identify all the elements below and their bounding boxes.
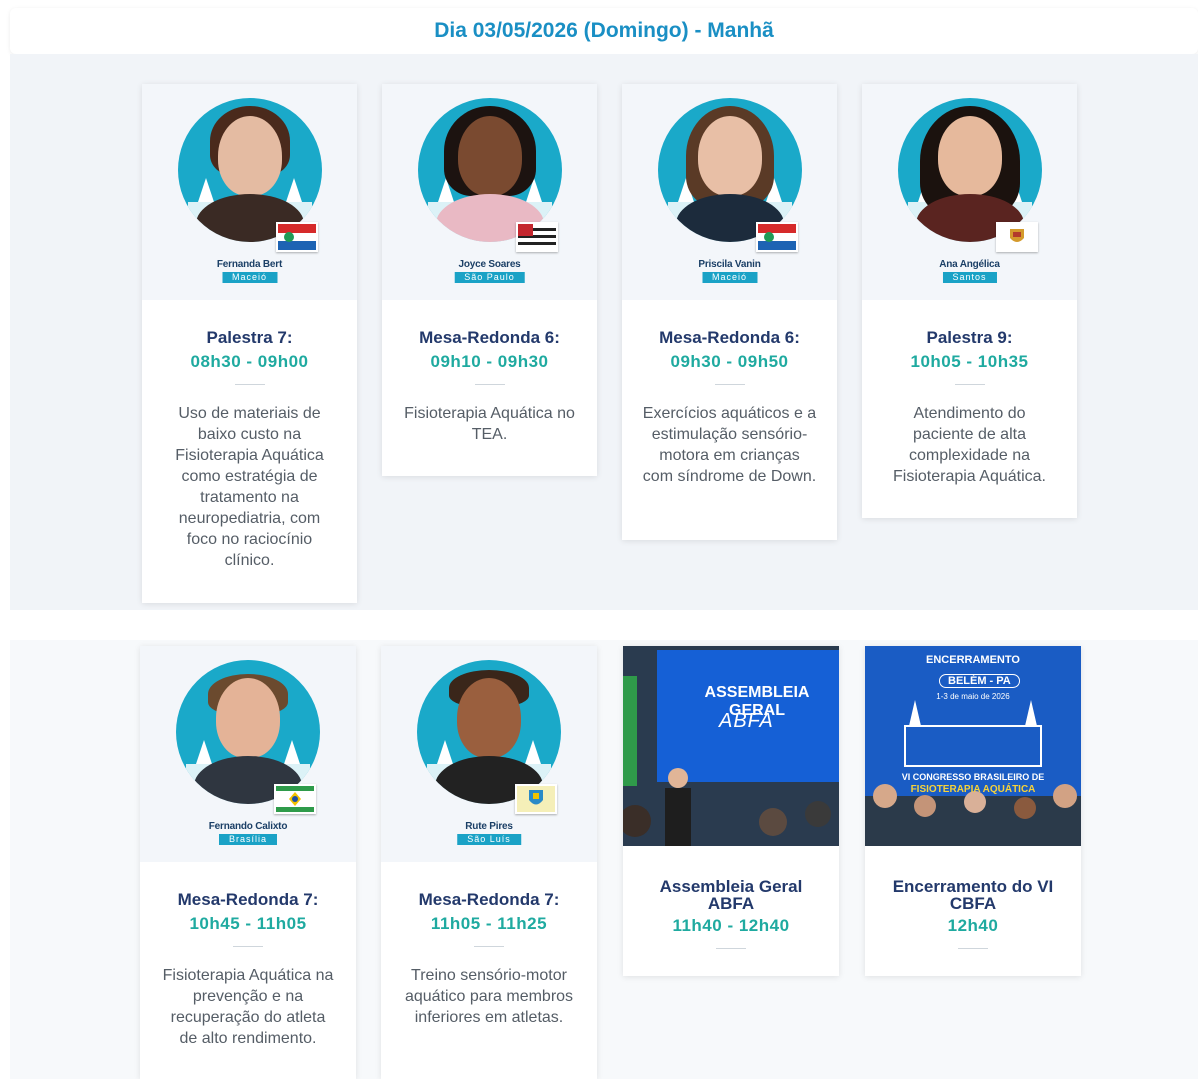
city-crest-icon [515, 784, 557, 814]
event-time: 11h40 - 12h40 [672, 916, 790, 935]
encerramento-line2: FISIOTERAPIA AQUÁTICA [910, 784, 1036, 795]
speaker-photo-area: Rute Pires São Luís [381, 646, 597, 862]
session-card[interactable]: Fernanda Bert Maceió Palestra 7: 08h30 -… [142, 84, 357, 603]
encerramento-top-text: ENCERRAMENTO [926, 654, 1020, 666]
session-title: Mesa-Redonda 6: [419, 328, 560, 347]
encerramento-dates: 1-3 de maio de 2026 [936, 692, 1010, 701]
session-card[interactable]: Rute Pires São Luís Mesa-Redonda 7: 11h0… [381, 646, 597, 1079]
session-title: Mesa-Redonda 6: [659, 328, 800, 347]
divider [714, 384, 745, 385]
encerramento-city: BELÉM - PA [939, 674, 1020, 688]
event-title: Encerramento do VI CBFA [892, 877, 1054, 913]
state-flag-icon [274, 784, 316, 814]
session-title: Palestra 7: [206, 328, 293, 347]
assembleia-photo-illustration [623, 646, 839, 846]
speaker-portrait [897, 98, 1042, 242]
session-time: 08h30 - 09h00 [190, 352, 309, 371]
speaker-photo-area: Ana Angélica Santos [862, 84, 1077, 300]
speaker-photo-area: Fernando Calixto Brasília [140, 646, 356, 862]
encerramento-line1: VI CONGRESSO BRASILEIRO DE [901, 772, 1045, 782]
speaker-name: Joyce Soares [458, 259, 521, 270]
divider [716, 948, 746, 949]
city-crest-icon [995, 222, 1038, 252]
speaker-portrait [176, 660, 320, 804]
speaker-city-badge: São Paulo [454, 272, 525, 283]
abfa-logo: ABFA [719, 710, 774, 732]
session-description: Fisioterapia Aquática na prevenção e na … [162, 967, 334, 1047]
divider [954, 384, 985, 385]
session-description: Exercícios aquáticos e a estimulação sen… [642, 405, 817, 485]
speaker-portrait [417, 98, 562, 242]
session-time: 11h05 - 11h25 [430, 914, 548, 933]
session-title: Palestra 9: [926, 328, 1013, 347]
speaker-photo-area: Joyce Soares São Paulo [382, 84, 597, 300]
session-card[interactable]: Ana Angélica Santos Palestra 9: 10h05 - … [862, 84, 1077, 518]
session-card[interactable]: Joyce Soares São Paulo Mesa-Redonda 6: 0… [382, 84, 597, 476]
event-card-assembleia[interactable]: ASSEMBLEIA GERAL ABFA Assembleia Geral A… [623, 646, 839, 976]
divider [474, 946, 504, 947]
divider [234, 384, 265, 385]
divider [958, 948, 988, 949]
event-time: 12h40 [947, 916, 999, 935]
session-time: 09h30 - 09h50 [670, 352, 789, 371]
divider [233, 946, 263, 947]
assembleia-photo: ASSEMBLEIA GERAL ABFA [623, 646, 839, 846]
session-title: Mesa-Redonda 7: [177, 890, 319, 909]
speaker-city-badge: São Luís [457, 834, 521, 845]
state-flag-icon [755, 222, 798, 252]
session-description: Atendimento do paciente de alta complexi… [893, 405, 1046, 485]
speaker-name: Rute Pires [465, 821, 513, 832]
speaker-name: Priscila Vanin [698, 259, 761, 270]
state-flag-icon [275, 222, 318, 252]
session-title: Mesa-Redonda 7: [418, 890, 560, 909]
session-time: 10h05 - 10h35 [910, 352, 1029, 371]
divider [474, 384, 505, 385]
speaker-city-badge: Brasília [218, 834, 278, 845]
session-description: Treino sensório-motor aquático para memb… [404, 967, 574, 1026]
event-title: Assembleia Geral ABFA [659, 877, 803, 913]
session-description: Fisioterapia Aquática no TEA. [404, 405, 575, 443]
event-card-encerramento[interactable]: ENCERRAMENTO BELÉM - PA 1-3 de maio de 2… [865, 646, 1081, 976]
speaker-portrait [657, 98, 802, 242]
speaker-photo-area: Fernanda Bert Maceió [142, 84, 357, 300]
session-time: 09h10 - 09h30 [430, 352, 549, 371]
speaker-portrait [177, 98, 322, 242]
day-header: Dia 03/05/2026 (Domingo) - Manhã [10, 8, 1198, 54]
session-description: Uso de materiais de baixo custo na Fisio… [175, 405, 324, 569]
speaker-name: Ana Angélica [939, 259, 1000, 270]
speaker-photo-area: Priscila Vanin Maceió [622, 84, 837, 300]
session-card[interactable]: Priscila Vanin Maceió Mesa-Redonda 6: 09… [622, 84, 837, 540]
state-flag-icon [515, 222, 558, 252]
session-card[interactable]: Fernando Calixto Brasília Mesa-Redonda 7… [140, 646, 356, 1079]
speaker-city-badge: Santos [942, 272, 997, 283]
encerramento-photo: ENCERRAMENTO BELÉM - PA 1-3 de maio de 2… [865, 646, 1081, 846]
day-title: Dia 03/05/2026 (Domingo) - Manhã [434, 19, 774, 42]
speaker-name: Fernando Calixto [208, 821, 288, 832]
speaker-portrait [417, 660, 561, 804]
session-time: 10h45 - 11h05 [189, 914, 307, 933]
speaker-city-badge: Maceió [701, 272, 758, 283]
speaker-city-badge: Maceió [221, 272, 278, 283]
speaker-name: Fernanda Bert [216, 259, 283, 270]
